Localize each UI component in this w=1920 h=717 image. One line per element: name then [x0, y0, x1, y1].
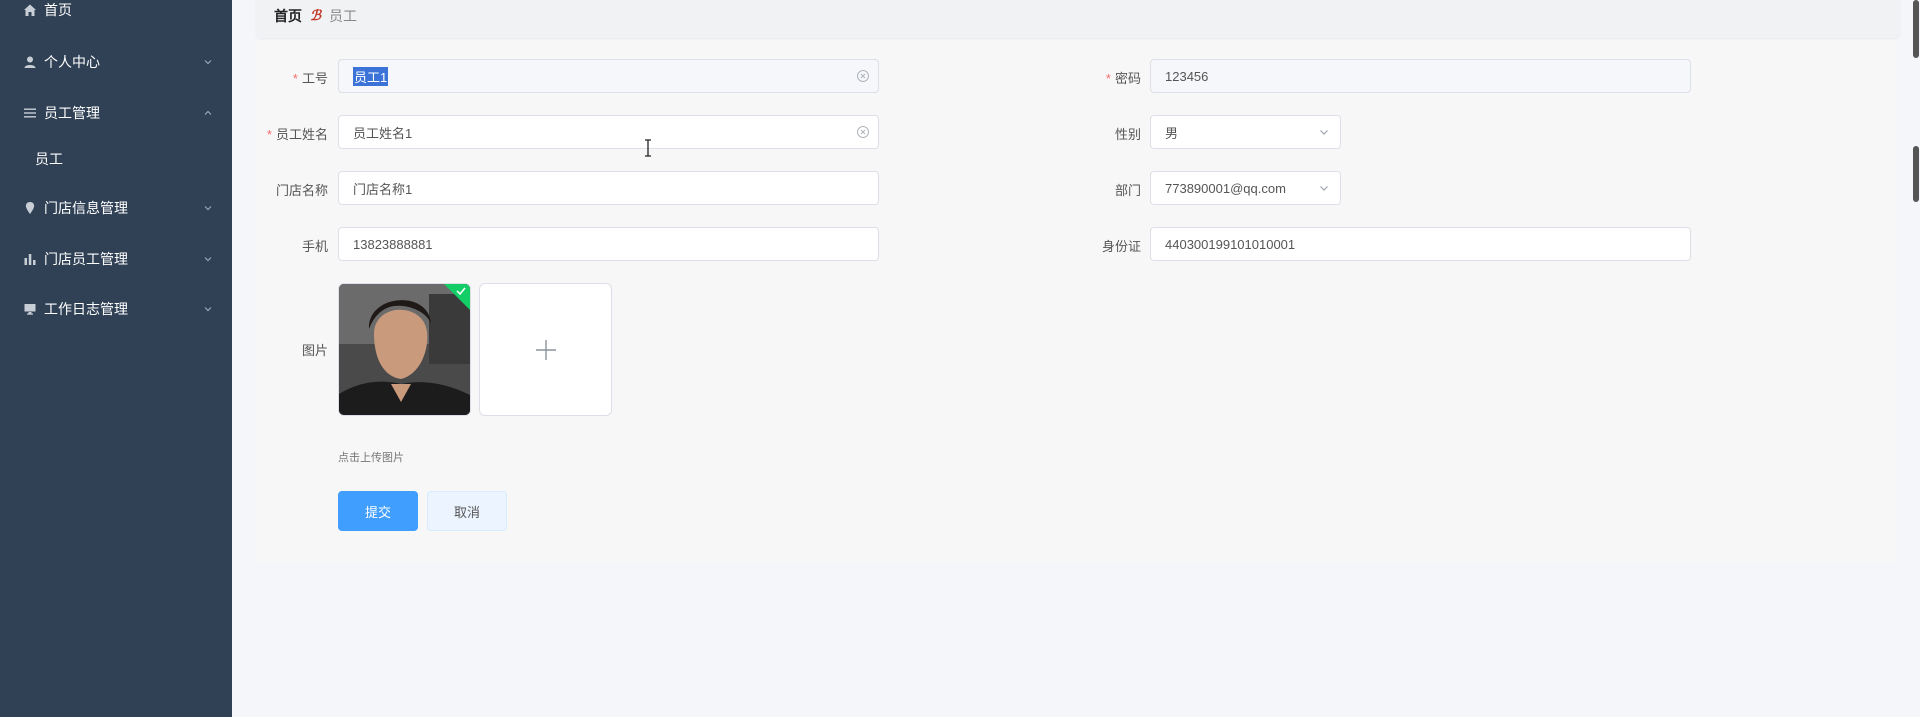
sidebar-item-label: 员工: [35, 151, 63, 167]
sidebar-item-label: 工作日志管理: [44, 301, 128, 317]
department-value: 773890001@qq.com: [1165, 180, 1286, 196]
employee-name-label: * 员工姓名: [266, 127, 328, 142]
employee-name-field[interactable]: 员工姓名1: [338, 115, 879, 149]
gender-value: 男: [1165, 125, 1179, 141]
sidebar-item-work-log[interactable]: 工作日志管理: [0, 289, 232, 329]
sidebar: 首页 个人中心 员工管理 员工 门店信息管理 门店员工管理 工作日志管理: [0, 0, 232, 717]
text-cursor-icon: [645, 139, 651, 157]
password-value: 123456: [1165, 68, 1209, 84]
user-icon: [22, 54, 38, 70]
store-name-label: 门店名称: [275, 183, 328, 198]
gender-label: 性别: [1114, 127, 1141, 142]
sidebar-item-label: 门店信息管理: [44, 200, 128, 216]
monitor-icon: [22, 301, 38, 317]
scrollbar-thumb[interactable]: [1913, 146, 1919, 202]
employee-id-value: 员工1: [353, 66, 389, 86]
scrollbar-thumb-top[interactable]: [1913, 0, 1919, 58]
breadcrumb-home[interactable]: 首页: [274, 6, 302, 26]
chevron-down-icon: [1320, 186, 1328, 191]
menu-icon: [22, 105, 38, 121]
gender-select[interactable]: 男: [1150, 115, 1341, 149]
store-name-value: 门店名称1: [353, 181, 413, 197]
image-label: 图片: [301, 343, 328, 358]
password-field[interactable]: 123456: [1150, 59, 1691, 93]
submit-button[interactable]: 提交: [338, 491, 418, 531]
sidebar-item-employee-management[interactable]: 员工管理: [0, 93, 232, 133]
required-mark: *: [266, 127, 272, 142]
chevron-up-icon: [204, 110, 212, 115]
department-label: 部门: [1114, 183, 1141, 198]
phone-field[interactable]: 13823888881: [338, 227, 879, 261]
top-bar: [256, 0, 1900, 38]
phone-label: 手机: [301, 239, 328, 254]
upload-tip: 点击上传图片: [338, 452, 404, 464]
chevron-down-icon: [1320, 130, 1328, 135]
id-card-value: 440300199101010001: [1165, 236, 1296, 252]
required-mark: *: [1105, 71, 1111, 86]
chevron-down-icon: [204, 307, 212, 312]
bar-chart-icon: [22, 251, 38, 267]
id-card-field[interactable]: 440300199101010001: [1150, 227, 1691, 261]
upload-success-check-icon: [444, 284, 470, 310]
upload-add-button[interactable]: [479, 283, 612, 416]
uploaded-image-thumbnail[interactable]: [338, 283, 471, 416]
plus-icon: [535, 339, 556, 360]
breadcrumb: 首页 ℬ 员工: [274, 6, 357, 26]
store-name-field[interactable]: 门店名称1: [338, 171, 879, 205]
breadcrumb-separator-icon: ℬ: [310, 8, 322, 24]
breadcrumb-current: 员工: [329, 8, 358, 24]
cancel-button[interactable]: 取消: [427, 491, 507, 531]
sidebar-item-label: 员工管理: [44, 105, 100, 121]
sidebar-item-label: 首页: [44, 2, 72, 18]
clear-icon[interactable]: [856, 125, 870, 139]
sidebar-item-label: 门店员工管理: [44, 251, 128, 267]
chevron-down-icon: [204, 206, 212, 211]
employee-id-label: * 工号: [292, 71, 328, 86]
phone-value: 13823888881: [353, 236, 433, 252]
sidebar-item-home[interactable]: 首页: [0, 0, 232, 30]
home-icon: [22, 2, 38, 18]
employee-name-value: 员工姓名1: [353, 125, 413, 141]
chevron-down-icon: [204, 60, 212, 65]
location-icon: [22, 200, 38, 216]
required-mark: *: [292, 71, 298, 86]
scrollbar[interactable]: [1912, 0, 1920, 717]
sidebar-item-store-employee[interactable]: 门店员工管理: [0, 239, 232, 279]
employee-id-field[interactable]: 员工1: [338, 59, 879, 93]
sidebar-item-label: 个人中心: [44, 54, 100, 70]
department-select[interactable]: 773890001@qq.com: [1150, 171, 1341, 205]
password-label: * 密码: [1105, 71, 1141, 86]
sidebar-item-personal-center[interactable]: 个人中心: [0, 42, 232, 82]
id-card-label: 身份证: [1101, 239, 1141, 254]
clear-icon[interactable]: [856, 69, 870, 83]
sidebar-item-employee[interactable]: 员工: [0, 139, 232, 179]
sidebar-item-store-info[interactable]: 门店信息管理: [0, 188, 232, 228]
chevron-down-icon: [204, 257, 212, 262]
